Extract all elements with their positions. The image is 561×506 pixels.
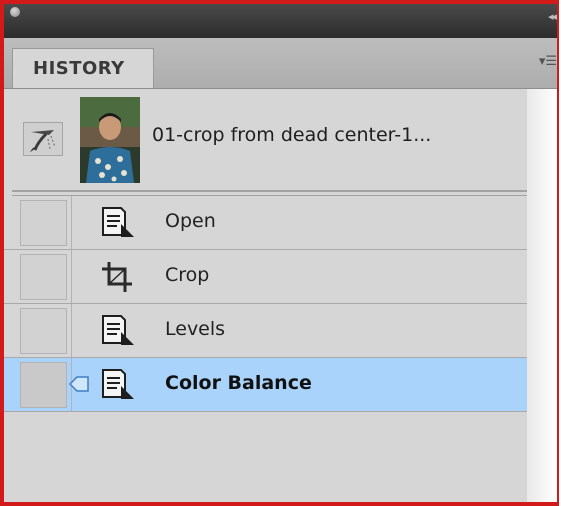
document-icon	[102, 369, 134, 399]
panel-titlebar: ◂◂	[4, 4, 557, 38]
history-panel: ◂◂ HISTORY ▾☰ 01-crop from dead center-1…	[0, 0, 559, 506]
history-brush-source-box[interactable]	[20, 200, 67, 246]
snapshot-thumbnail	[80, 97, 140, 183]
history-state-slider-icon[interactable]	[68, 375, 90, 393]
panel-menu-icon[interactable]: ▾☰	[539, 54, 557, 69]
history-state-label: Levels	[165, 318, 226, 340]
history-state-label: Open	[165, 210, 216, 232]
document-icon	[102, 315, 134, 345]
column-divider	[71, 304, 72, 357]
collapse-panel-icon[interactable]: ◂◂	[548, 10, 557, 23]
history-brush-source-box[interactable]	[20, 362, 67, 408]
history-state-label: Color Balance	[165, 372, 312, 394]
tab-history[interactable]: HISTORY	[12, 48, 154, 88]
history-state-row[interactable]: Levels	[4, 304, 527, 358]
history-state-row-selected[interactable]: Color Balance	[4, 358, 527, 412]
history-state-label: Crop	[165, 264, 210, 286]
history-state-row[interactable]: Open	[4, 196, 527, 250]
document-icon	[102, 207, 134, 237]
history-brush-source-toggle[interactable]	[23, 122, 63, 156]
history-brush-source-box[interactable]	[20, 308, 67, 354]
snapshot-divider	[12, 190, 527, 192]
panel-right-edge	[527, 89, 557, 502]
tab-history-label: HISTORY	[33, 58, 125, 79]
history-states: Open Crop Levels Color Balance	[4, 196, 527, 412]
history-brush-source-box[interactable]	[20, 254, 67, 300]
crop-icon	[102, 262, 132, 292]
snapshot-row[interactable]: 01-crop from dead center-1...	[4, 89, 527, 191]
history-list: 01-crop from dead center-1... Open Crop …	[4, 89, 527, 502]
history-state-row[interactable]: Crop	[4, 250, 527, 304]
column-divider	[71, 196, 72, 249]
tab-bar: HISTORY ▾☰	[4, 38, 557, 89]
column-divider	[71, 250, 72, 303]
close-panel-button[interactable]	[10, 7, 20, 17]
history-brush-icon	[30, 130, 56, 152]
snapshot-name: 01-crop from dead center-1...	[152, 124, 432, 146]
